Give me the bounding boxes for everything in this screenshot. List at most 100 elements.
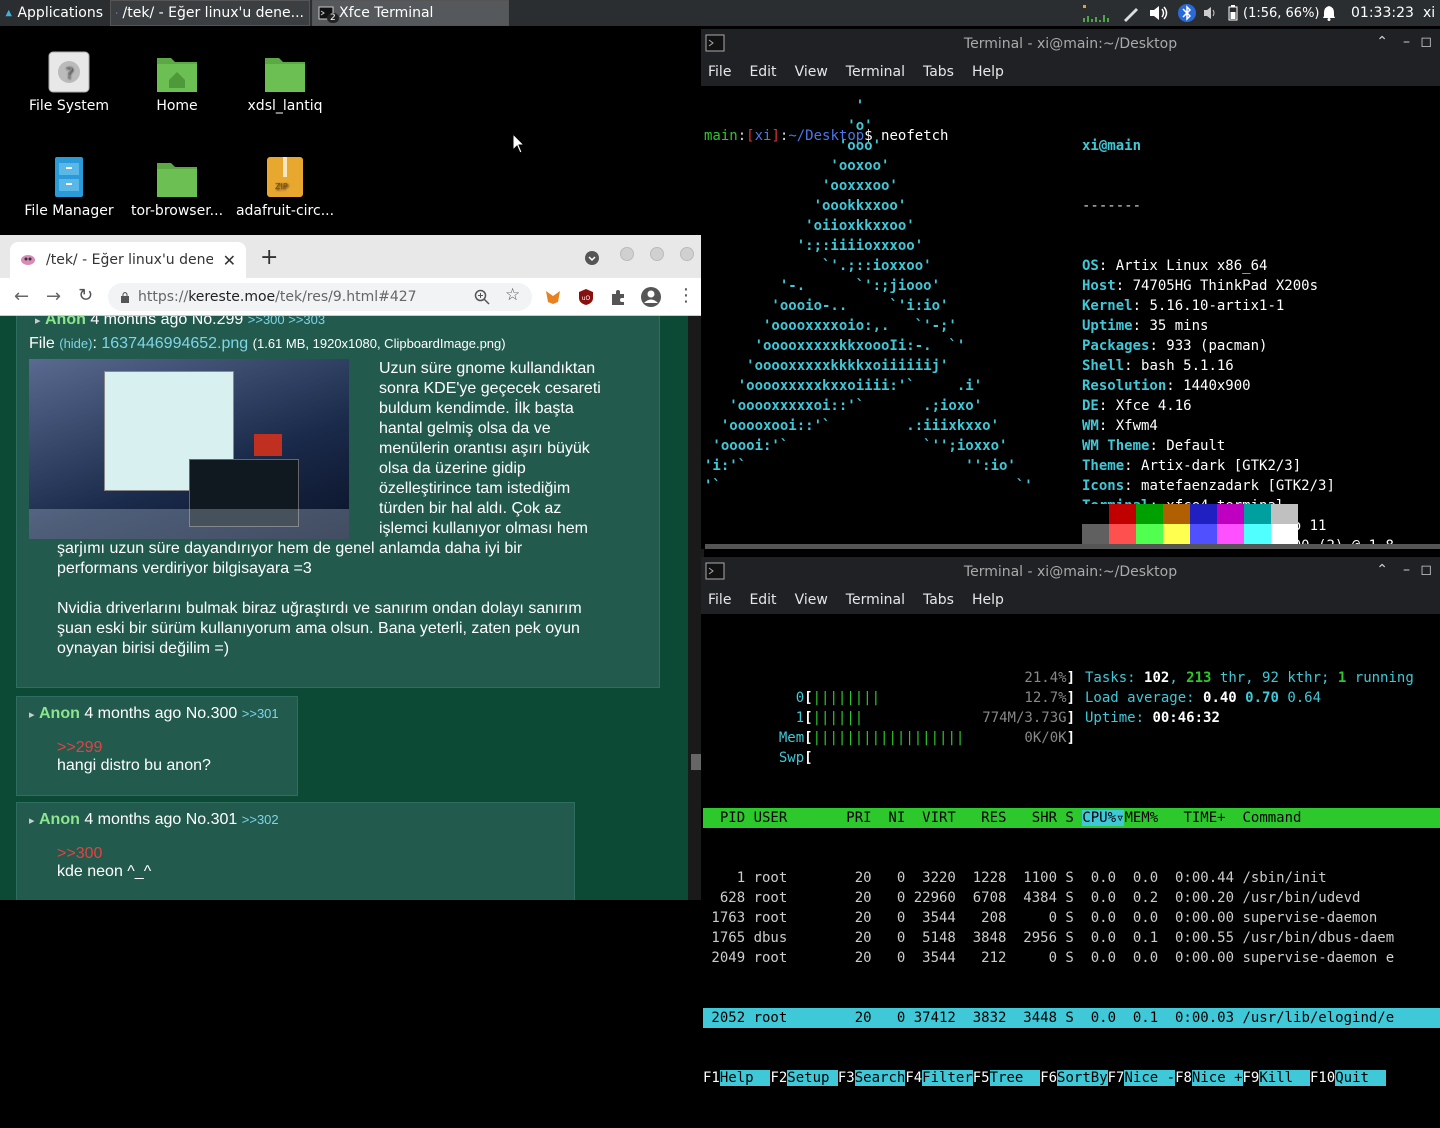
lock-icon <box>121 292 129 303</box>
metamask-extension-icon[interactable] <box>544 288 562 306</box>
menu-terminal[interactable]: Terminal <box>846 592 905 608</box>
post-meta[interactable]: 4 months ago No.299 <box>90 316 243 328</box>
user-menu[interactable]: xi <box>1418 0 1440 26</box>
fkey-label[interactable]: Help <box>719 1070 771 1086</box>
process-row[interactable]: 1765 dbus 20 0 5148 3848 2956 S 0.0 0.1 … <box>703 928 1440 948</box>
fkey-label[interactable]: Nice - <box>1124 1070 1176 1086</box>
menu-tabs[interactable]: Tabs <box>923 592 954 608</box>
post-quote-link[interactable]: >>300 <box>57 845 562 863</box>
volume-icon[interactable] <box>1148 4 1170 22</box>
fkey-f1[interactable]: F1 <box>703 1070 720 1086</box>
menu-edit[interactable]: Edit <box>749 592 776 608</box>
sort-column[interactable]: CPU%▿ <box>1082 810 1125 826</box>
browser-tab[interactable]: /tek/ - Eğer linux'u deneme ✕ <box>10 242 246 278</box>
fkey-label[interactable]: Nice + <box>1191 1070 1243 1086</box>
desktop-icon-xdsl-lantiq[interactable]: xdsl_lantiq <box>235 50 335 114</box>
applications-menu-button[interactable]: Applications <box>0 0 108 26</box>
speaker-small-icon[interactable] <box>1203 6 1219 20</box>
fkey-f3[interactable]: F3 <box>838 1070 855 1086</box>
bookmark-star-icon[interactable]: ☆ <box>505 285 520 305</box>
fkey-label[interactable]: Setup <box>787 1070 838 1086</box>
desktop-icon-file-manager[interactable]: File Manager <box>19 155 119 219</box>
process-row-selected[interactable]: 2052 root 20 0 37412 3832 3448 S 0.0 0.1… <box>703 1008 1440 1028</box>
post-expand-icon[interactable]: ▸ <box>29 709 35 721</box>
close-tab-icon[interactable]: ✕ <box>223 251 236 270</box>
post-meta[interactable]: 4 months ago No.301 <box>84 811 237 828</box>
profile-avatar-icon[interactable] <box>640 286 662 308</box>
menu-file[interactable]: File <box>708 592 731 608</box>
pen-icon[interactable] <box>1122 4 1142 22</box>
maximize-window-icon[interactable]: ◻ <box>1420 562 1432 578</box>
menu-view[interactable]: View <box>795 592 828 608</box>
fkey-f7[interactable]: F7 <box>1108 1070 1125 1086</box>
close-window-button[interactable] <box>680 247 694 261</box>
browser-menu-icon[interactable]: ⋮ <box>677 284 695 308</box>
file-link[interactable]: 1637446994652.png <box>101 335 248 352</box>
fkey-f4[interactable]: F4 <box>905 1070 922 1086</box>
bluetooth-icon[interactable] <box>1178 3 1196 23</box>
desktop-icon-adafruit[interactable]: ZIP adafruit-circ... <box>231 155 339 219</box>
fkey-f2[interactable]: F2 <box>770 1070 787 1086</box>
menu-help[interactable]: Help <box>972 64 1004 80</box>
shade-window-icon[interactable]: ⌃ <box>1376 562 1388 578</box>
minimize-window-icon[interactable]: – <box>1403 562 1410 578</box>
menu-terminal[interactable]: Terminal <box>846 64 905 80</box>
reload-icon[interactable]: ↻ <box>78 285 93 306</box>
process-row[interactable]: 1 root 20 0 3220 1228 1100 S 0.0 0.0 0:0… <box>703 868 1440 888</box>
fkey-f8[interactable]: F8 <box>1175 1070 1192 1086</box>
desktop-icon-tor-browser[interactable]: tor-browser... <box>123 155 231 219</box>
process-row[interactable]: 628 root 20 0 22960 6708 4384 S 0.0 0.2 … <box>703 888 1440 908</box>
post-quote-link[interactable]: >>299 <box>57 739 285 757</box>
terminal-output[interactable]: main:[xi]:~/Desktop$ neofetch ' 'o' 'ooo… <box>704 86 1440 549</box>
post-meta[interactable]: 4 months ago No.300 <box>84 705 237 722</box>
fkey-label[interactable]: Tree <box>989 1070 1041 1086</box>
zoom-icon[interactable] <box>474 289 490 305</box>
fkey-label[interactable]: Quit <box>1335 1070 1386 1086</box>
maximize-window-icon[interactable]: ◻ <box>1420 34 1432 50</box>
minimize-window-icon[interactable]: – <box>1403 34 1410 50</box>
forward-icon[interactable]: → <box>46 286 61 307</box>
battery-icon[interactable] <box>1228 5 1238 21</box>
menu-help[interactable]: Help <box>972 592 1004 608</box>
post-backlinks[interactable]: >>300 >>303 <box>248 316 325 327</box>
new-tab-button[interactable]: + <box>260 245 278 270</box>
back-icon[interactable]: ← <box>14 286 29 307</box>
taskbar-item-browser[interactable]: /tek/ - Eğer linux'u dene... <box>110 0 310 26</box>
menu-file[interactable]: File <box>708 64 731 80</box>
maximize-window-button[interactable] <box>650 247 664 261</box>
fkey-f10[interactable]: F10 <box>1310 1070 1335 1086</box>
fkey-label[interactable]: Filter <box>922 1070 973 1086</box>
post-backlinks[interactable]: >>302 <box>242 812 279 827</box>
desktop-icon-file-system[interactable]: ? File System <box>19 50 119 114</box>
ublock-extension-icon[interactable]: uO <box>578 288 594 306</box>
shade-window-icon[interactable]: ⌃ <box>1376 34 1388 50</box>
scrollbar-thumb[interactable] <box>691 754 701 770</box>
minimize-window-button[interactable] <box>620 247 634 261</box>
fkey-f5[interactable]: F5 <box>973 1070 990 1086</box>
menu-view[interactable]: View <box>795 64 828 80</box>
notification-bell-icon[interactable] <box>1322 5 1336 21</box>
fkey-f6[interactable]: F6 <box>1040 1070 1057 1086</box>
fkey-f9[interactable]: F9 <box>1243 1070 1260 1086</box>
tab-search-icon[interactable] <box>585 251 599 265</box>
htop-output[interactable]: 0[|||||||| 21.4%] 1[|||||| 12.7%] Mem[||… <box>703 628 1440 1128</box>
process-row[interactable]: 2049 root 20 0 3544 212 0 S 0.0 0.0 0:00… <box>703 948 1440 968</box>
fkey-label[interactable]: Kill <box>1259 1070 1310 1086</box>
hide-file-link[interactable]: (hide) <box>59 336 92 351</box>
post-image-thumbnail[interactable] <box>29 359 349 539</box>
post-expand-icon[interactable]: ▸ <box>35 316 41 327</box>
taskbar-item-terminal[interactable]: 2 Xfce Terminal <box>312 0 509 26</box>
post-backlinks[interactable]: >>301 <box>242 706 279 721</box>
extensions-puzzle-icon[interactable] <box>609 288 627 306</box>
process-table-header[interactable]: PID USER PRI NI VIRT RES SHR S CPU%▿MEM%… <box>703 808 1440 828</box>
fkey-label[interactable]: SortBy <box>1057 1070 1108 1086</box>
menu-tabs[interactable]: Tabs <box>923 64 954 80</box>
clock[interactable]: 01:33:23 <box>1346 0 1416 26</box>
address-bar[interactable]: https://kereste.moe/tek/res/9.html#427 <box>108 283 532 311</box>
desktop-icon-home[interactable]: Home <box>127 50 227 114</box>
network-graph-icon[interactable] <box>1082 4 1112 22</box>
process-row[interactable]: 1763 root 20 0 3544 208 0 S 0.0 0.0 0:00… <box>703 908 1440 928</box>
menu-edit[interactable]: Edit <box>749 64 776 80</box>
post-expand-icon[interactable]: ▸ <box>29 815 35 827</box>
fkey-label[interactable]: Search <box>854 1070 906 1086</box>
